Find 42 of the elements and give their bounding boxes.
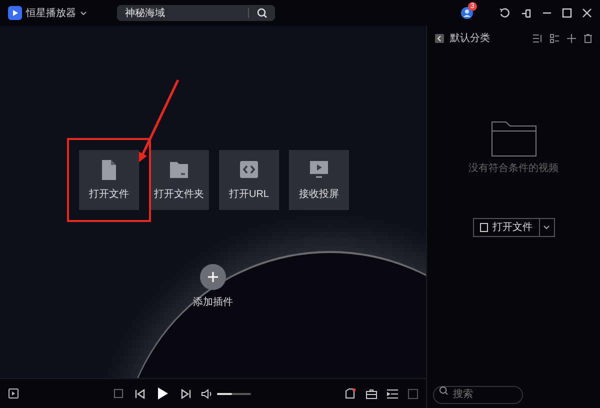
next-icon[interactable] — [181, 388, 191, 398]
trash-icon[interactable] — [584, 34, 592, 42]
pin-icon[interactable] — [521, 8, 532, 18]
empty-folder-icon — [490, 121, 536, 157]
search-field[interactable]: 神秘海域 — [117, 5, 275, 21]
plus-icon — [208, 272, 218, 282]
tile-button[interactable]: 接收投屏 — [289, 150, 349, 210]
playlist-title: 默认分类 — [450, 32, 490, 46]
search-icon[interactable] — [257, 8, 267, 18]
playlist-icon[interactable] — [387, 388, 398, 398]
playlist-search-field[interactable]: 搜索 — [433, 386, 523, 404]
file-icon — [99, 158, 119, 180]
file-icon — [480, 223, 488, 232]
add-plugin-button[interactable] — [200, 264, 226, 290]
add-plugin-label: 添加插件 — [193, 296, 233, 310]
list-icon[interactable] — [550, 34, 559, 42]
tile-button[interactable]: 打开文件夹 — [149, 150, 209, 210]
app-title: 恒星播放器 — [26, 6, 76, 20]
close-icon[interactable] — [582, 8, 592, 18]
app-logo-icon — [8, 6, 22, 20]
chevron-down-icon — [543, 225, 550, 230]
add-icon[interactable] — [567, 34, 576, 42]
screen-icon — [309, 158, 329, 180]
volume-icon[interactable] — [201, 388, 212, 398]
tile-button[interactable]: 打开URL — [219, 150, 279, 210]
note-icon[interactable] — [345, 388, 356, 399]
empty-message: 没有符合条件的视频 — [468, 162, 558, 176]
toolbox-icon[interactable] — [366, 388, 377, 398]
collapse-icon[interactable] — [435, 34, 444, 42]
user-avatar-icon[interactable] — [461, 7, 473, 19]
sort-icon[interactable] — [533, 34, 542, 42]
maximize-icon[interactable] — [562, 8, 572, 18]
tile-button[interactable]: 打开文件 — [79, 150, 139, 210]
refresh-icon[interactable] — [499, 8, 510, 18]
stop-icon[interactable] — [114, 389, 123, 398]
previous-icon[interactable] — [135, 388, 145, 398]
link-icon — [239, 158, 259, 180]
playlist-toggle-icon[interactable] — [8, 388, 19, 399]
fullscreen-icon[interactable] — [408, 388, 418, 398]
chevron-down-icon[interactable] — [80, 10, 87, 16]
search-icon — [439, 386, 448, 394]
play-icon[interactable] — [157, 387, 169, 400]
